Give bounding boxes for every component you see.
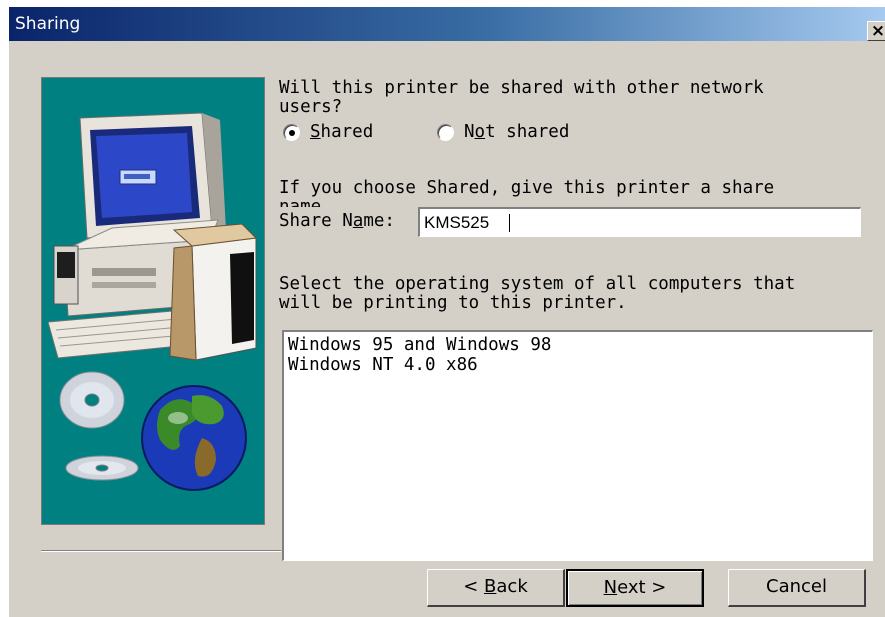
os-instruction-line1: Select the operating system of all compu… — [279, 274, 796, 294]
not-shared-label: Not shared — [464, 122, 570, 142]
separator-highlight — [41, 551, 281, 552]
radio-selected-dot — [289, 130, 295, 136]
os-listbox[interactable]: Windows 95 and Windows 98 Windows NT 4.0… — [282, 330, 873, 561]
shared-radio[interactable] — [283, 124, 300, 141]
os-instruction-line2: will be printing to this printer. — [279, 293, 627, 313]
list-item-winnt[interactable]: Windows NT 4.0 x86 — [288, 355, 478, 375]
next-button[interactable]: Next > — [566, 569, 704, 607]
list-item-win9x[interactable]: Windows 95 and Windows 98 — [288, 335, 551, 355]
not-shared-radio[interactable] — [437, 124, 454, 141]
share-name-instruction: If you choose Shared, give this printer … — [279, 178, 775, 198]
cancel-button[interactable]: Cancel — [728, 569, 866, 607]
not-shared-option[interactable]: Not shared — [437, 123, 587, 145]
close-button[interactable]: × — [867, 21, 885, 41]
share-name-instruction-line2: name. — [279, 198, 332, 207]
share-name-value: KMS525 — [424, 213, 490, 232]
text-caret — [509, 214, 510, 232]
shared-label: Shared — [310, 122, 374, 142]
title-bar[interactable]: Sharing — [9, 7, 885, 41]
share-name-input[interactable]: KMS525 — [418, 207, 861, 237]
sharing-dialog: Sharing × Will this printer be shared wi… — [8, 6, 885, 617]
computer-illustration — [47, 112, 258, 491]
wizard-illustration — [41, 77, 265, 525]
share-question-line2: users? — [279, 97, 343, 117]
share-question-line1: Will this printer be shared with other n… — [279, 78, 764, 98]
shared-option[interactable]: Shared — [283, 123, 393, 145]
back-button[interactable]: < Back — [427, 569, 565, 607]
share-name-label: Share Name: — [279, 211, 395, 231]
window-title: Sharing — [15, 14, 81, 34]
